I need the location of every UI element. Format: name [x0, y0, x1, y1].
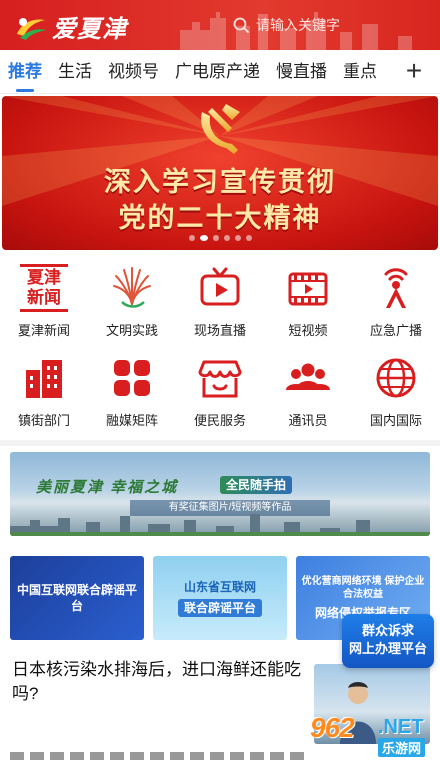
card-title: 中国互联网联合辟谣平台	[16, 583, 137, 613]
logo-mark-icon	[17, 17, 46, 40]
tab-scroller: 推荐 生活 视频号 广电原产递 慢直播 重点	[0, 50, 394, 94]
tab-life[interactable]: 生活	[50, 50, 100, 94]
shortcut-label: 应急广播	[369, 323, 422, 338]
shortcut-label: 夏津新闻	[17, 323, 70, 338]
shortcut-towns-departments[interactable]: 镇街部门	[0, 348, 88, 438]
carousel-dot-active[interactable]	[199, 235, 208, 241]
tab-slow-live[interactable]: 慢直播	[268, 50, 335, 94]
shop-icon	[198, 360, 242, 398]
petition-float-button[interactable]: 群众诉求 网上办理平台	[342, 614, 434, 668]
tab-focus[interactable]: 重点	[335, 50, 385, 94]
search-placeholder: 请输入关键字	[256, 17, 340, 33]
shortcut-label: 国内国际	[369, 413, 422, 428]
shortcut-short-video[interactable]: 短视频	[264, 258, 352, 348]
card-shandong-rumor-platform[interactable]: 山东省互联网 联合辟谣平台	[153, 556, 287, 640]
xiajin-news-logo: 夏津 新闻	[20, 264, 68, 312]
tab-video[interactable]: 视频号	[100, 50, 167, 94]
shortcut-row-2: 镇街部门 融媒矩阵 便民服务 通讯员 国内国际	[0, 348, 440, 438]
float-line1: 群众诉求	[361, 623, 414, 638]
shortcut-civilization-practice[interactable]: 文明实践	[88, 258, 176, 348]
buildings-icon	[26, 360, 62, 398]
watermark-net: .NET	[378, 716, 424, 738]
people-icon	[286, 363, 330, 390]
carousel-dot[interactable]	[188, 235, 195, 241]
card-title-line1: 优化营商网络环境 保护企业合法权益	[301, 576, 425, 600]
tab-products[interactable]: 广电原产递	[167, 50, 268, 94]
carousel-dot[interactable]	[245, 235, 252, 241]
tab-recommend[interactable]: 推荐	[0, 50, 50, 94]
plus-icon[interactable]: +	[398, 56, 430, 88]
app-logo: 爱夏津	[14, 9, 127, 44]
next-article-preview	[10, 752, 310, 760]
watermark-number: 962	[310, 712, 355, 743]
card-title-line1: 山东省互联网	[183, 580, 256, 594]
shortcut-label: 镇街部门	[17, 413, 70, 428]
matrix-grid-icon	[114, 360, 150, 396]
section-divider	[0, 440, 440, 446]
shortcut-label: 现场直播	[193, 323, 246, 338]
card-china-rumor-platform[interactable]: 中国互联网联合辟谣平台	[10, 556, 144, 640]
shortcut-media-matrix[interactable]: 融媒矩阵	[88, 348, 176, 438]
shortcut-emergency-broadcast[interactable]: 应急广播	[352, 258, 440, 348]
photo-contest-banner[interactable]: 美丽夏津 幸福之城 全民随手拍 有奖征集图片/短视频等作品	[10, 452, 430, 536]
civilization-practice-icon	[113, 267, 151, 308]
carousel-dot[interactable]	[234, 235, 241, 241]
site-watermark: 962 .NET 乐游网	[310, 712, 436, 757]
shortcut-correspondents[interactable]: 通讯员	[264, 348, 352, 438]
app-screen: 爱夏津 请输入关键字 推荐 生活 视频号 广电原产递 慢直播 重点 + 深入学习…	[0, 0, 440, 760]
watermark-cn: 乐游网	[378, 738, 426, 757]
carousel-dot[interactable]	[223, 235, 230, 241]
search-bar[interactable]: 请输入关键字	[226, 11, 430, 39]
shortcut-row-1: 夏津 新闻 夏津新闻 文明实践 现场直播 短视频 应急广播	[0, 258, 440, 348]
article-title[interactable]: 日本核污染水排海后，进口海鲜还能吃吗?	[12, 658, 302, 706]
city-skyline-photo	[10, 514, 430, 536]
party-emblem-icon	[201, 104, 240, 154]
shortcut-grid: 夏津 新闻 夏津新闻 文明实践 现场直播 短视频 应急广播 镇街部门 融媒矩阵 …	[0, 258, 440, 438]
photo-banner-badge: 全民随手拍	[220, 476, 293, 494]
hero-banner[interactable]: 深入学习宣传贯彻 党的二十大精神	[2, 96, 438, 250]
carousel-dot[interactable]	[212, 235, 219, 241]
carousel-dots	[2, 235, 438, 241]
film-icon	[288, 272, 328, 306]
shortcut-live[interactable]: 现场直播	[176, 258, 264, 348]
shortcut-convenience-services[interactable]: 便民服务	[176, 348, 264, 438]
shortcut-xiajin-news[interactable]: 夏津 新闻 夏津新闻	[0, 258, 88, 348]
search-icon	[233, 17, 249, 33]
shortcut-label: 便民服务	[193, 413, 246, 428]
card-title: 山东省互联网 联合辟谣平台	[174, 579, 266, 617]
channel-tabs: 推荐 生活 视频号 广电原产递 慢直播 重点 +	[0, 50, 440, 94]
shortcut-label: 通讯员	[288, 413, 328, 428]
broadcast-tower-icon	[384, 268, 408, 308]
app-name: 爱夏津	[52, 14, 127, 43]
banner-line2: 党的二十大精神	[118, 203, 322, 233]
float-line2: 网上办理平台	[348, 641, 427, 656]
tv-play-icon	[200, 267, 240, 306]
app-header: 爱夏津 请输入关键字	[0, 0, 440, 50]
globe-icon	[376, 358, 416, 398]
banner-line1: 深入学习宣传贯彻	[104, 167, 336, 197]
shortcut-label: 融媒矩阵	[105, 413, 158, 428]
shortcut-domestic-international[interactable]: 国内国际	[352, 348, 440, 438]
shortcut-label: 短视频	[288, 323, 328, 338]
card-title-line2: 联合辟谣平台	[177, 599, 262, 617]
photo-banner-title: 美丽夏津 幸福之城	[36, 479, 179, 496]
shortcut-label: 文明实践	[105, 323, 158, 338]
